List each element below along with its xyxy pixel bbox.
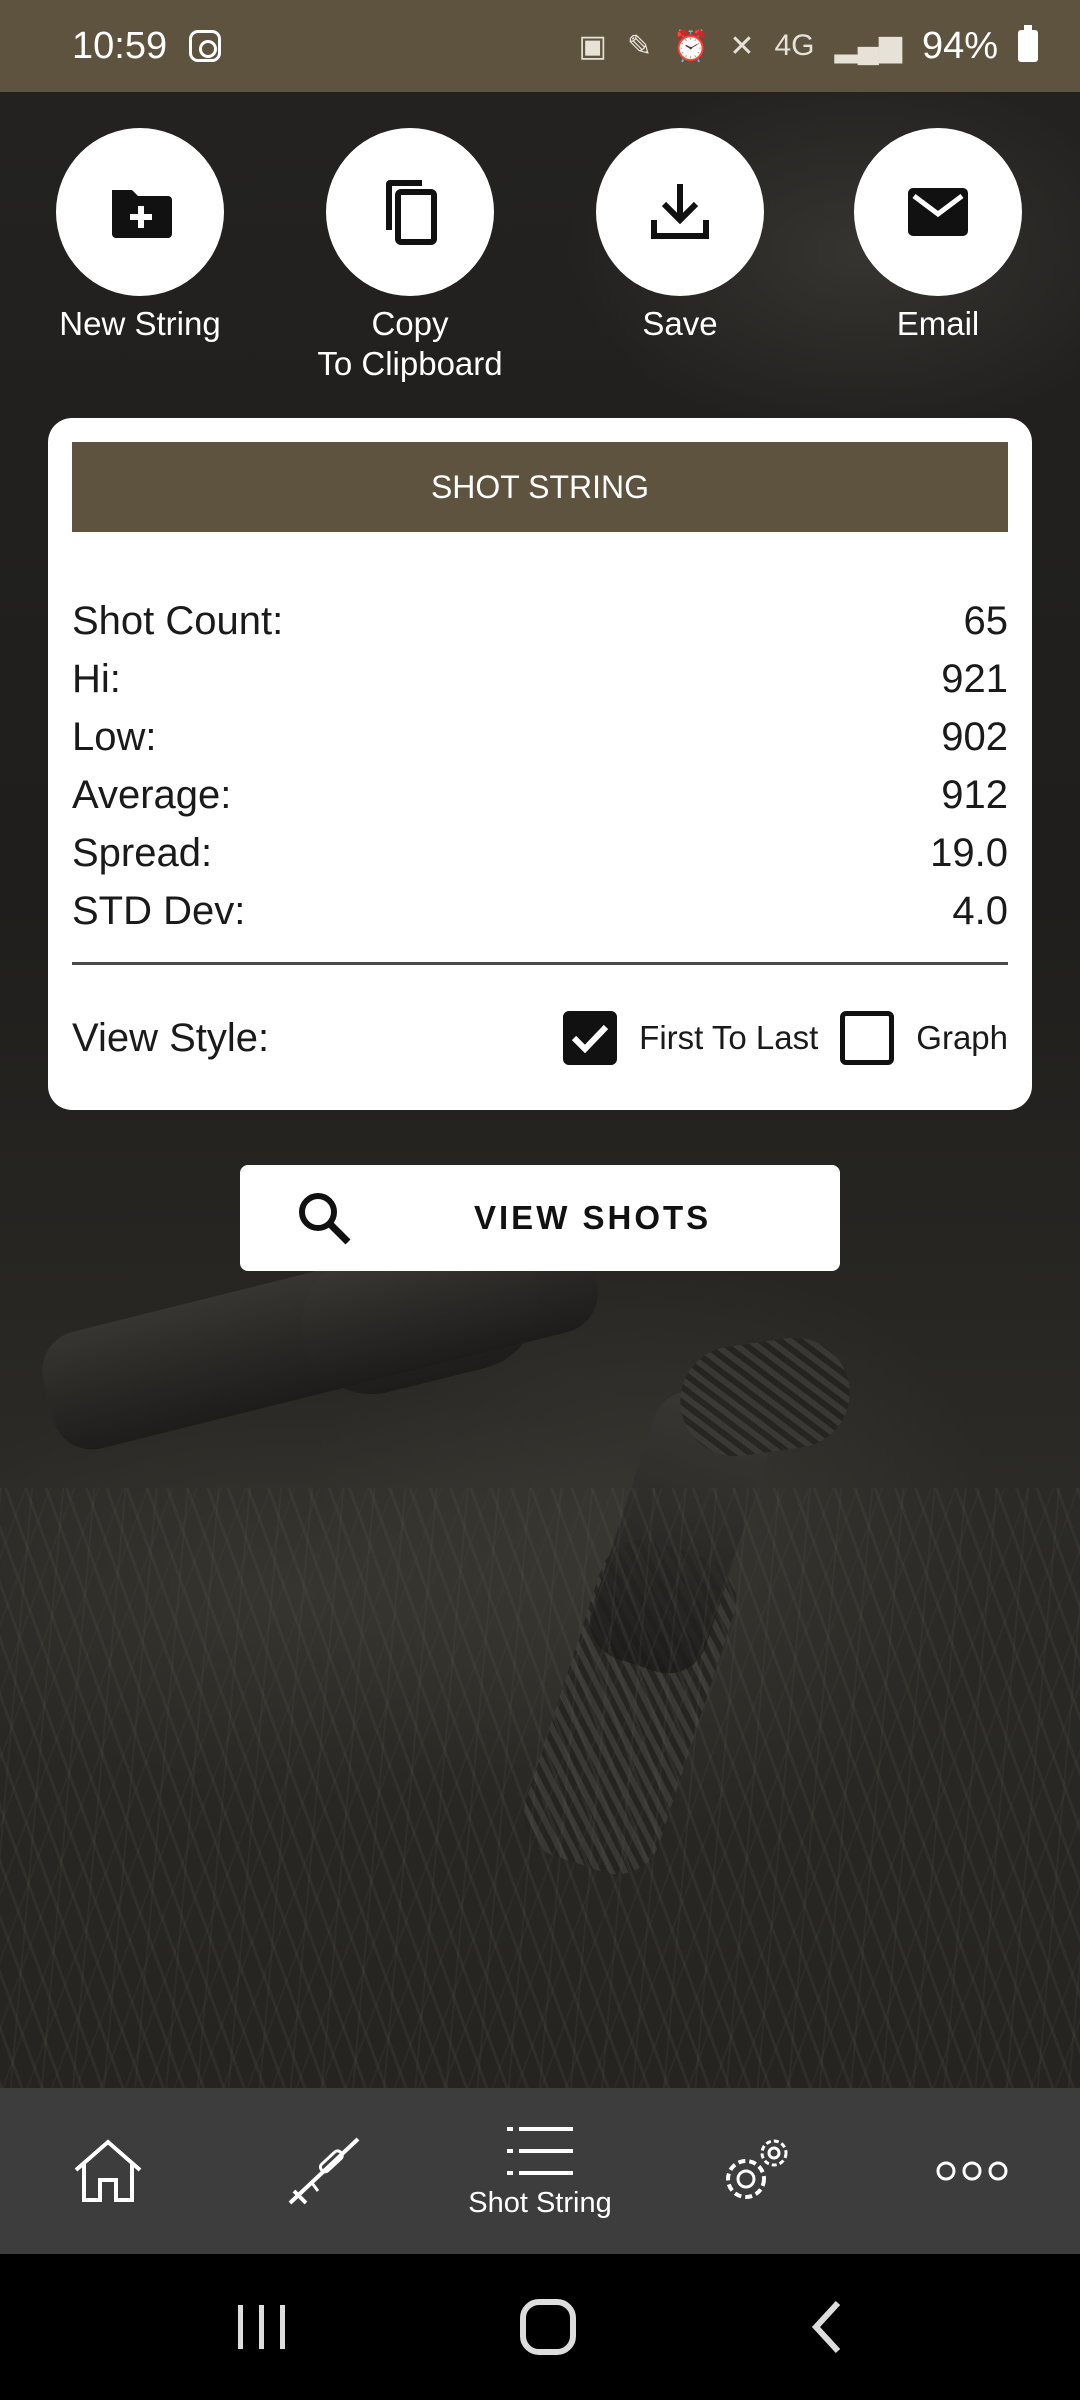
- stat-value: 921: [941, 657, 1008, 701]
- checkmark-icon: [572, 1024, 609, 1053]
- save-button[interactable]: Save: [560, 128, 800, 344]
- stat-value: 19.0: [930, 831, 1008, 875]
- stat-row-low: Low: 902: [72, 708, 1008, 766]
- network-icon: 4G: [774, 29, 815, 62]
- view-shots-label: VIEW SHOTS: [474, 1199, 712, 1236]
- stat-label: Average:: [72, 773, 232, 817]
- stat-label: Low:: [72, 715, 157, 759]
- first-to-last-label[interactable]: First To Last: [639, 1019, 818, 1057]
- stat-row-shot-count: Shot Count: 65: [72, 592, 1008, 650]
- stats-list: Shot Count: 65 Hi: 921 Low: 902 Average:…: [72, 592, 1008, 940]
- email-icon[interactable]: [854, 128, 1022, 296]
- copy-icon[interactable]: [326, 128, 494, 296]
- divider: [72, 962, 1008, 965]
- mute-icon: ✕: [729, 29, 755, 63]
- battery-icon: [1018, 25, 1038, 62]
- download-icon[interactable]: [596, 128, 764, 296]
- copy-to-clipboard-button[interactable]: Copy To Clipboard: [290, 128, 530, 384]
- stat-value: 912: [941, 773, 1008, 817]
- graph-checkbox[interactable]: [840, 1011, 895, 1065]
- stat-label: Shot Count:: [72, 599, 284, 643]
- recents-icon[interactable]: [234, 2301, 290, 2353]
- signal-icon: ▂▄▆: [834, 29, 902, 63]
- status-time: 10:59: [72, 24, 168, 67]
- first-to-last-checkbox[interactable]: [563, 1011, 618, 1065]
- graph-label[interactable]: Graph: [916, 1019, 1008, 1057]
- stat-value: 4.0: [952, 889, 1008, 933]
- system-nav-bar: [0, 2254, 1080, 2400]
- home-icon: [74, 2139, 142, 2202]
- search-icon: [299, 1193, 351, 1245]
- battery-saver-icon: ▣: [578, 29, 607, 63]
- stat-label: Spread:: [72, 831, 213, 875]
- alarm-icon: ⏰: [672, 29, 710, 63]
- stat-label: Hi:: [72, 657, 121, 701]
- status-bar: 10:59 ▣ ✎ ⏰ ✕ 4G ▂▄▆ 94%: [0, 0, 1080, 92]
- shot-string-card: SHOT STRING Shot Count: 65 Hi: 921 Low: …: [48, 418, 1032, 1110]
- email-button[interactable]: Email: [818, 128, 1058, 344]
- new-string-label: New String: [59, 305, 221, 342]
- save-label: Save: [642, 305, 718, 342]
- email-label: Email: [896, 305, 980, 342]
- more-icon: [936, 2161, 1008, 2181]
- list-icon: [507, 2126, 573, 2175]
- stat-row-average: Average: 912: [72, 766, 1008, 824]
- action-bar: New String Copy To Clipboard Save Email: [0, 128, 1080, 388]
- instagram-icon: [189, 30, 222, 62]
- rifle-icon: [288, 2137, 360, 2205]
- view-style-row: View Style: First To Last Graph: [72, 998, 1008, 1078]
- stat-row-hi: Hi: 921: [72, 650, 1008, 708]
- battery-percent: 94%: [921, 24, 998, 67]
- stat-row-std-dev: STD Dev: 4.0: [72, 882, 1008, 940]
- card-header: SHOT STRING: [72, 442, 1008, 532]
- stat-row-spread: Spread: 19.0: [72, 824, 1008, 882]
- nav-home[interactable]: [0, 2088, 216, 2254]
- stat-value: 65: [963, 599, 1009, 643]
- nav-rifle[interactable]: [216, 2088, 432, 2254]
- home-button-icon[interactable]: [518, 2297, 578, 2357]
- copy-to-clipboard-label: Copy To Clipboard: [317, 305, 503, 382]
- stat-label: STD Dev:: [72, 889, 246, 933]
- pen-icon: ✎: [626, 29, 652, 63]
- bottom-nav: Shot String: [0, 2088, 1080, 2254]
- nav-settings[interactable]: [648, 2088, 864, 2254]
- view-style-label: View Style:: [72, 1015, 270, 1060]
- new-string-button[interactable]: New String: [20, 128, 260, 344]
- folder-plus-icon[interactable]: [56, 128, 224, 296]
- back-icon[interactable]: [806, 2297, 846, 2357]
- nav-more[interactable]: [864, 2088, 1080, 2254]
- nav-shot-string-label: Shot String: [468, 2186, 612, 2219]
- view-shots-button[interactable]: VIEW SHOTS: [240, 1165, 840, 1271]
- gear-icon: [726, 2139, 788, 2199]
- nav-shot-string[interactable]: Shot String: [432, 2088, 648, 2254]
- stat-value: 902: [941, 715, 1008, 759]
